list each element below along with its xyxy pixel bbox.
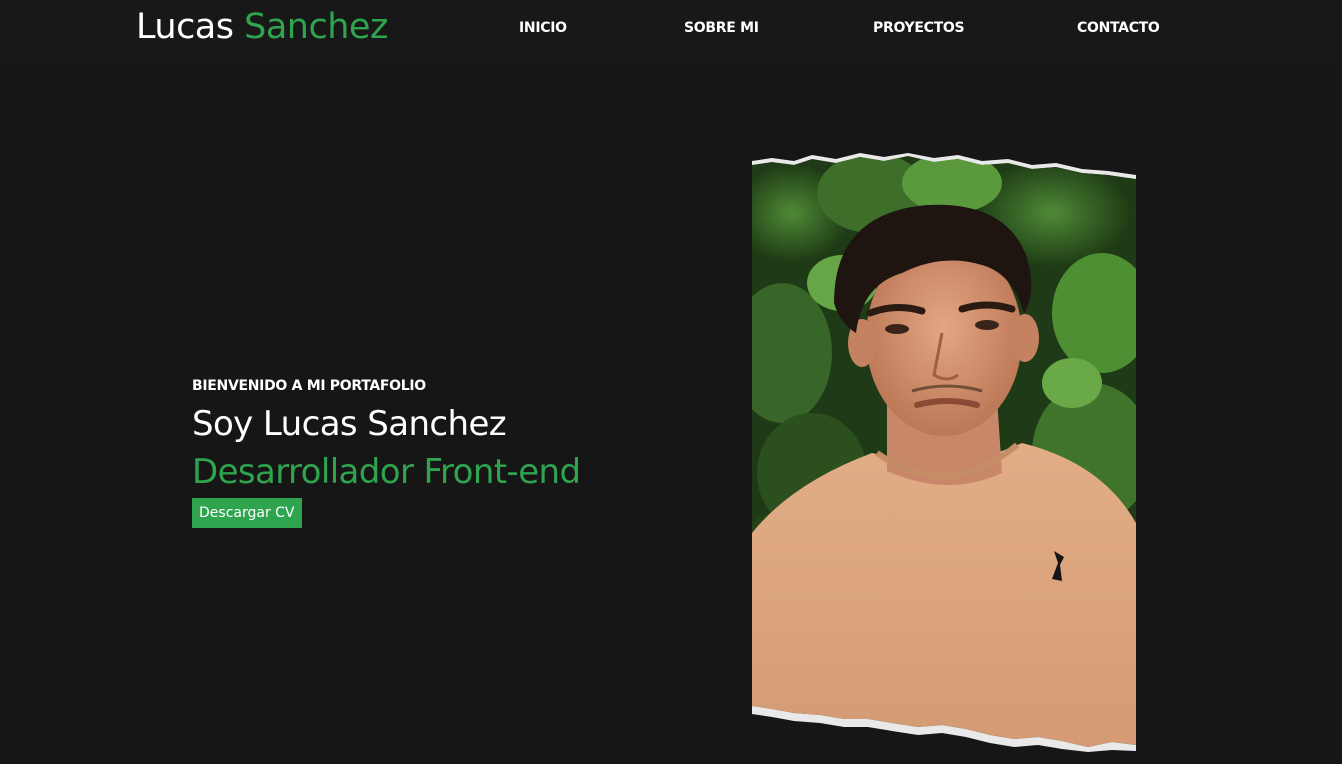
download-cv-button[interactable]: Descargar CV [192, 498, 302, 528]
logo-first-name: Lucas [136, 7, 234, 47]
nav-link-inicio[interactable]: INICIO [519, 20, 567, 36]
portfolio-page: Lucas Sanchez INICIO SOBRE MI PROYECTOS … [0, 0, 1342, 764]
nav-link-sobre-mi[interactable]: SOBRE MI [684, 20, 759, 36]
hero-title: Soy Lucas Sanchez [192, 404, 507, 444]
profile-photo-icon [752, 153, 1136, 752]
welcome-eyebrow: BIENVENIDO A MI PORTAFOLIO [192, 378, 426, 394]
profile-photo [752, 153, 1136, 752]
nav-link-proyectos[interactable]: PROYECTOS [873, 20, 965, 36]
nav-link-contacto[interactable]: CONTACTO [1077, 20, 1160, 36]
hero-intro: BIENVENIDO A MI PORTAFOLIO Soy Lucas San… [192, 376, 581, 528]
top-navbar: Lucas Sanchez INICIO SOBRE MI PROYECTOS … [0, 0, 1342, 66]
site-logo[interactable]: Lucas Sanchez [136, 6, 388, 48]
hero-role: Desarrollador Front-end [192, 452, 581, 492]
logo-last-name: Sanchez [244, 7, 388, 47]
